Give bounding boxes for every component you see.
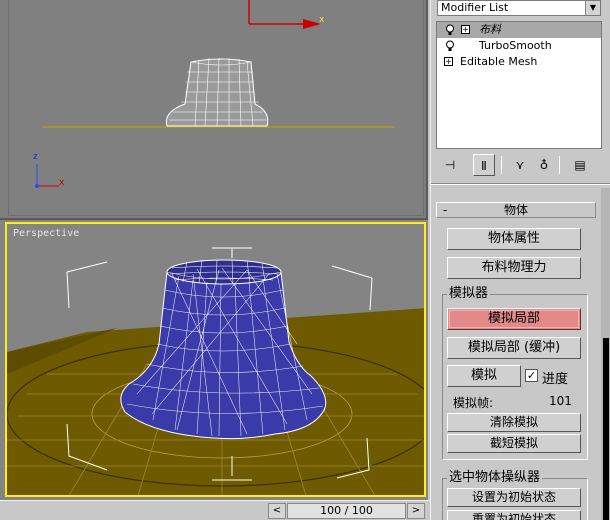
perspective-viewport-canvas[interactable]: Perspective <box>5 222 426 497</box>
pin-stack-icon[interactable]: ⊣ <box>439 154 461 176</box>
gizmo-x-label: x <box>319 15 325 25</box>
clear-simulation-button[interactable]: 清除模拟 <box>447 413 581 432</box>
stack-item-label: Editable Mesh <box>460 55 538 68</box>
expand-icon[interactable]: + <box>444 57 453 66</box>
rollout-header-object[interactable]: - 物体 <box>436 202 596 218</box>
progress-label: 进度 <box>542 372 569 387</box>
simulate-local-button[interactable]: 模拟局部 <box>447 308 581 330</box>
lightbulb-icon[interactable] <box>445 24 455 36</box>
toolbar-separator <box>501 156 502 174</box>
time-prev-button[interactable]: < <box>268 503 286 519</box>
command-panel: Modifier List ▼ + 布料 TurboSmooth + Edita… <box>430 0 610 520</box>
make-unique-icon[interactable]: ⋎ <box>509 154 531 176</box>
front-cloth-wireframe <box>165 57 269 127</box>
lightbulb-icon[interactable] <box>445 40 455 52</box>
panel-divider <box>431 183 610 185</box>
toolbar-separator <box>559 156 560 174</box>
remove-modifier-icon[interactable]: ♁ <box>533 154 555 176</box>
stack-item-label: TurboSmooth <box>479 39 552 52</box>
cloth-forces-button[interactable]: 布料物理力 <box>447 257 581 279</box>
modifier-list-dropdown[interactable]: Modifier List ▼ <box>437 0 601 16</box>
simulation-group-title: 模拟器 <box>447 286 491 301</box>
rollout-title: 物体 <box>503 203 528 217</box>
configure-sets-icon[interactable]: ▤ <box>569 154 591 176</box>
front-viewport-scene: x <box>35 0 395 188</box>
set-initial-state-button[interactable]: 设置为初始状态 <box>447 488 581 507</box>
max-workspace: x z x Perspective < 100 / 100 > Modifier… <box>0 0 610 520</box>
axis-z-label: z <box>33 152 38 162</box>
stack-item-cloth[interactable]: + 布料 <box>437 22 601 38</box>
modifier-list-label: Modifier List <box>441 1 509 14</box>
time-slider-bar: < 100 / 100 > <box>0 500 430 520</box>
front-viewport[interactable]: x z x <box>0 0 428 220</box>
time-next-button[interactable]: > <box>407 503 425 519</box>
object-properties-button[interactable]: 物体属性 <box>447 228 581 250</box>
axis-x-label: x <box>59 178 65 188</box>
selected-object-manip-title: 选中物体操纵器 <box>447 470 543 485</box>
stack-toolbar: ⊣ Ⅱ ⋎ ♁ ▤ <box>431 152 610 178</box>
stack-item-label: 布料 <box>479 23 501 36</box>
perspective-label: Perspective <box>13 228 80 239</box>
scrollbar-thumb[interactable] <box>603 338 609 520</box>
chevron-down-icon: ▼ <box>585 1 600 15</box>
frame-counter-slider[interactable]: 100 / 100 <box>287 503 406 519</box>
modifier-stack[interactable]: + 布料 TurboSmooth + Editable Mesh <box>436 21 602 149</box>
reset-initial-state-button[interactable]: 重置为初始状态 <box>447 510 581 520</box>
perspective-viewport[interactable]: Perspective <box>0 220 428 500</box>
stack-item-editable-mesh[interactable]: + Editable Mesh <box>437 54 601 70</box>
sim-frame-label: 模拟帧: <box>453 396 494 410</box>
front-viewport-canvas[interactable]: x z x <box>8 0 424 216</box>
axis-origin-icon <box>35 184 39 188</box>
simulate-local-damped-button[interactable]: 模拟局部 (缓冲) <box>447 337 581 359</box>
perspective-scene <box>7 247 424 495</box>
progress-checkbox[interactable]: ✓ <box>525 369 538 382</box>
stack-item-turbosmooth[interactable]: TurboSmooth <box>437 38 601 54</box>
expand-icon[interactable]: + <box>461 25 470 34</box>
simulate-button[interactable]: 模拟 <box>447 365 521 387</box>
show-end-result-icon[interactable]: Ⅱ <box>473 154 495 176</box>
panel-scrollbar[interactable] <box>601 188 610 520</box>
sim-frame-value: 101 <box>549 394 572 408</box>
truncate-simulation-button[interactable]: 截短模拟 <box>447 434 581 453</box>
